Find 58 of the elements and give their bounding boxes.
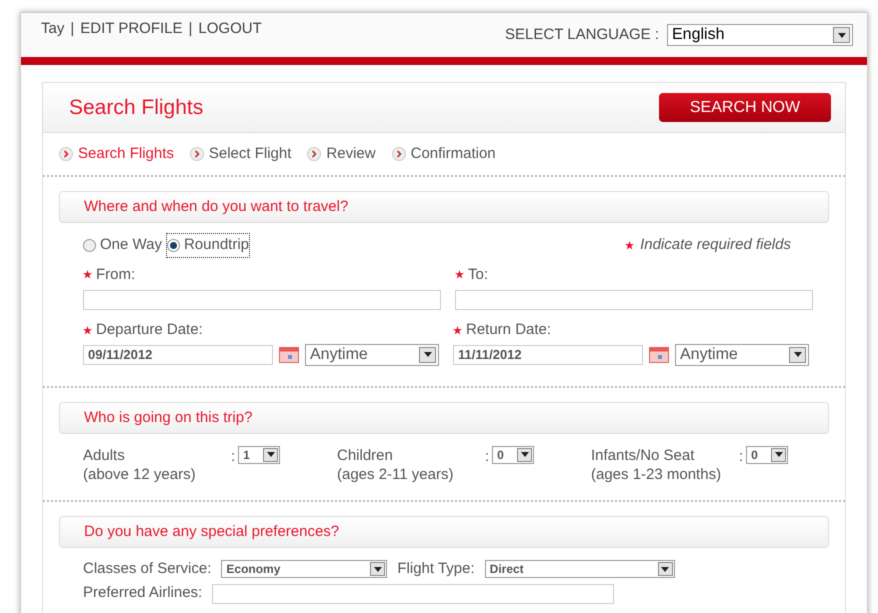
- separator-text: |: [188, 18, 192, 39]
- text-field[interactable]: [455, 290, 813, 310]
- required-star-icon: [83, 270, 92, 280]
- step-link[interactable]: Confirmation: [392, 142, 496, 166]
- chevron-circle-icon: [392, 147, 406, 161]
- section-header: Do you have any special preferences?: [59, 516, 829, 548]
- count-select[interactable]: 0: [492, 446, 534, 464]
- step-link[interactable]: Review: [307, 142, 376, 166]
- section-header: Who is going on this trip?: [59, 402, 829, 434]
- field-label: Classes of Service:: [83, 558, 212, 579]
- age-note: (ages 1-23 months): [591, 464, 722, 484]
- field-label: Flight Type:: [397, 558, 475, 579]
- age-note: (ages 2-11 years): [337, 464, 454, 484]
- colon-text: :: [485, 446, 490, 467]
- time-select[interactable]: Anytime: [675, 344, 809, 366]
- step-link[interactable]: Select Flight: [190, 142, 292, 166]
- count-select[interactable]: 0: [746, 446, 788, 464]
- colon-text: :: [739, 446, 744, 467]
- time-select[interactable]: Anytime: [305, 344, 439, 366]
- field-label: Preferred Airlines:: [83, 583, 202, 604]
- required-star-icon: [453, 326, 462, 335]
- required-note: Indicate required fields: [640, 235, 791, 255]
- field-label: From:: [96, 264, 136, 284]
- flight-type-select[interactable]: Direct: [484, 560, 675, 578]
- field-label: Departure Date:: [96, 320, 203, 340]
- class-select[interactable]: Economy: [221, 560, 388, 578]
- age-note: (above 12 years): [83, 464, 197, 484]
- text-field[interactable]: [83, 290, 441, 310]
- colon-text: :: [231, 446, 236, 467]
- count-select[interactable]: 1: [238, 446, 280, 464]
- required-star-icon: [625, 240, 634, 250]
- date-field[interactable]: 11/11/2012: [453, 344, 643, 365]
- date-field[interactable]: 09/11/2012: [83, 344, 273, 365]
- passenger-label: Children: [337, 446, 394, 465]
- chevron-circle-icon: [307, 147, 322, 161]
- panel-title: Search Flights: [69, 94, 204, 121]
- field-label: Return Date:: [466, 320, 552, 340]
- required-star-icon: [455, 270, 464, 280]
- passenger-label: Adults: [83, 446, 126, 465]
- field-label: To:: [468, 264, 488, 284]
- top-link[interactable]: Tay: [41, 18, 64, 40]
- calendar-icon[interactable]: [279, 346, 299, 363]
- step-link[interactable]: Search Flights: [59, 142, 174, 166]
- section-header: Where and when do you want to travel?: [59, 191, 829, 223]
- required-star-icon: [83, 326, 92, 335]
- calendar-icon[interactable]: [649, 346, 669, 363]
- trip-type-radio[interactable]: Roundtrip: [166, 233, 250, 258]
- chevron-circle-icon: [190, 147, 204, 161]
- trip-type-radio[interactable]: One Way: [83, 234, 162, 256]
- top-link[interactable]: LOGOUT: [198, 18, 262, 40]
- passenger-label: Infants/No Seat: [591, 446, 696, 465]
- separator-text: |: [70, 18, 74, 39]
- airlines-field[interactable]: [212, 584, 614, 604]
- top-link[interactable]: EDIT PROFILE: [80, 18, 182, 40]
- language-select[interactable]: English: [667, 24, 853, 46]
- search-now-button[interactable]: SEARCH NOW: [659, 93, 831, 122]
- language-label: SELECT LANGUAGE :: [505, 24, 659, 45]
- chevron-circle-icon: [59, 147, 73, 161]
